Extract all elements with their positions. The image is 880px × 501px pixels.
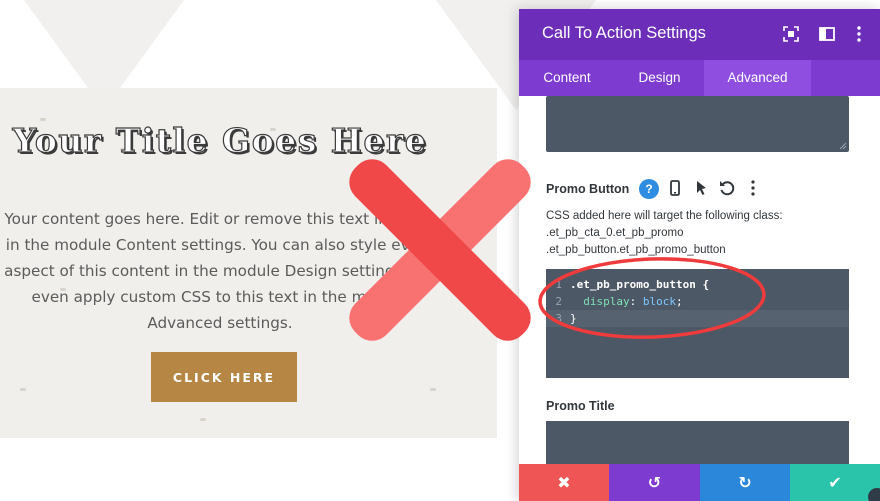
mobile-icon[interactable] xyxy=(665,178,685,198)
highlight-circle-annotation xyxy=(538,257,766,339)
focus-icon[interactable] xyxy=(781,24,801,44)
tab-design[interactable]: Design xyxy=(615,60,704,96)
tab-content[interactable]: Content xyxy=(519,60,615,96)
save-button[interactable]: ✔ xyxy=(790,464,880,501)
more-vertical-icon[interactable] xyxy=(849,24,869,44)
click-here-button[interactable]: CLICK HERE xyxy=(151,352,297,402)
red-x-icon xyxy=(349,159,531,341)
promo-title-css-editor[interactable] xyxy=(546,421,849,464)
resize-handle-icon[interactable] xyxy=(839,142,847,150)
columns-icon[interactable] xyxy=(817,24,837,44)
cancel-button[interactable]: ✖ xyxy=(519,464,609,501)
texture-speck xyxy=(20,388,26,391)
undo-icon[interactable] xyxy=(717,178,737,198)
panel-tabs: Content Design Advanced xyxy=(519,60,880,96)
tab-advanced[interactable]: Advanced xyxy=(704,60,811,96)
help-icon[interactable]: ? xyxy=(639,179,659,199)
panel-footer: ✖ ↺ ↻ ✔ xyxy=(519,464,880,501)
css-target-class: .et_pb_cta_0.et_pb_promo xyxy=(546,227,684,239)
previous-css-textarea[interactable] xyxy=(546,96,849,152)
texture-speck xyxy=(430,388,436,391)
help-bubble-icon[interactable] xyxy=(868,488,880,501)
pointer-icon[interactable] xyxy=(691,178,711,198)
promo-title-label: Promo Title xyxy=(546,399,615,413)
texture-speck xyxy=(200,418,206,421)
panel-title: Call To Action Settings xyxy=(542,24,706,42)
redo-button[interactable]: ↻ xyxy=(700,464,790,501)
screenshot: Your Title Goes Here Your content goes h… xyxy=(0,0,880,501)
panel-header: Call To Action Settings xyxy=(519,9,880,60)
css-target-note: CSS added here will target the following… xyxy=(546,210,783,222)
promo-button-label: Promo Button xyxy=(546,182,630,196)
undo-button[interactable]: ↺ xyxy=(609,464,700,501)
more-vertical-icon[interactable] xyxy=(743,178,763,198)
